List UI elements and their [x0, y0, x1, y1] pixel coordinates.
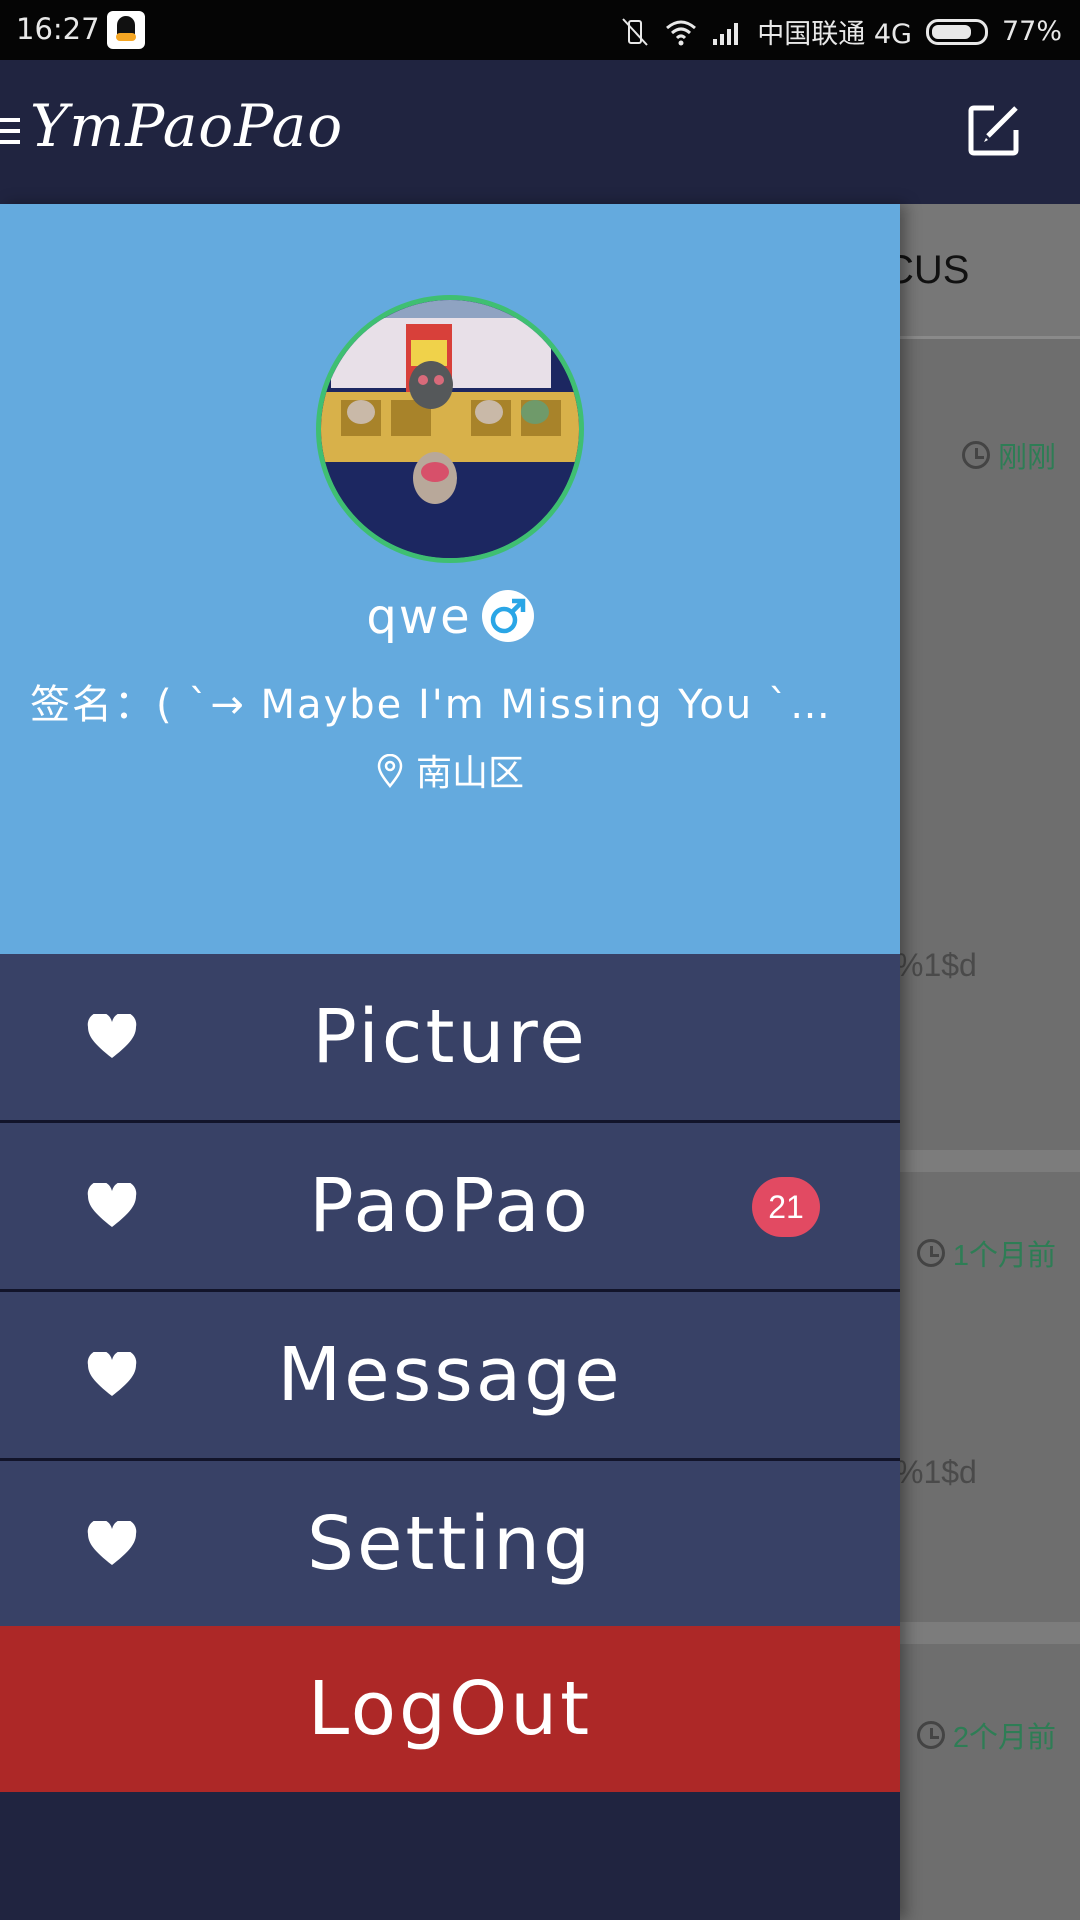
- battery-icon: [925, 18, 988, 45]
- status-time: 16:27: [16, 12, 100, 46]
- menu-item-message[interactable]: Message: [0, 1292, 900, 1461]
- username-row: qwe: [0, 589, 900, 646]
- menu-icon[interactable]: [0, 118, 20, 144]
- card-time-text: 1个月前: [952, 1240, 1056, 1272]
- wifi-icon: [666, 20, 697, 45]
- logout-button[interactable]: LogOut: [0, 1626, 900, 1792]
- male-icon: [481, 590, 534, 642]
- avatar-photo: [321, 300, 579, 558]
- signature-text: 签名：( ˋ→ Maybe I'm Missing You ˋ…: [30, 682, 832, 728]
- profile-header: qwe 签名：( ˋ→ Maybe I'm Missing You ˋ… 南山区: [0, 204, 900, 954]
- logout-label: LogOut: [307, 1666, 593, 1752]
- pin-icon: [377, 754, 403, 788]
- card-time: 2个月前: [916, 1714, 1056, 1756]
- menu-item-setting[interactable]: Setting: [0, 1461, 900, 1630]
- menu-label: Setting: [307, 1501, 593, 1587]
- location-row: 南山区: [0, 744, 900, 796]
- avatar[interactable]: [316, 295, 584, 563]
- username: qwe: [366, 589, 472, 645]
- menu-label: Message: [277, 1332, 623, 1418]
- card-time: 刚刚: [961, 434, 1056, 476]
- location-text: 南山区: [415, 753, 524, 794]
- qq-icon: [107, 11, 145, 49]
- status-bar: 16:27 中国联通 4G 77%: [0, 0, 1080, 60]
- menu-item-picture[interactable]: Picture: [0, 954, 900, 1123]
- drawer-menu: Picture PaoPao 21 Message Setting: [0, 954, 900, 1630]
- card-time-text: 刚刚: [997, 442, 1056, 474]
- menu-item-paopao[interactable]: PaoPao 21: [0, 1123, 900, 1292]
- clock-icon: [916, 1239, 945, 1267]
- status-right: 中国联通 4G 77%: [619, 12, 1062, 51]
- clock-icon: [961, 441, 990, 469]
- clock-icon: [916, 1721, 945, 1749]
- signal-icon: [713, 22, 739, 45]
- battery-fill: [931, 24, 971, 39]
- app-title: YmPaoPao: [30, 92, 344, 160]
- menu-label: Picture: [312, 994, 588, 1080]
- card-format-text: %1$d: [895, 1454, 977, 1490]
- card-time-text: 2个月前: [952, 1722, 1056, 1754]
- vibrate-off-icon: [622, 17, 649, 46]
- unread-badge: 21: [752, 1177, 820, 1237]
- edit-icon[interactable]: [964, 100, 1024, 160]
- carrier-label: 中国联通 4G: [757, 19, 912, 50]
- navigation-drawer: qwe 签名：( ˋ→ Maybe I'm Missing You ˋ… 南山区…: [0, 204, 900, 1920]
- card-format-text: %1$d: [895, 947, 977, 983]
- battery-percent: 77%: [1001, 16, 1062, 47]
- card-time: 1个月前: [916, 1232, 1056, 1274]
